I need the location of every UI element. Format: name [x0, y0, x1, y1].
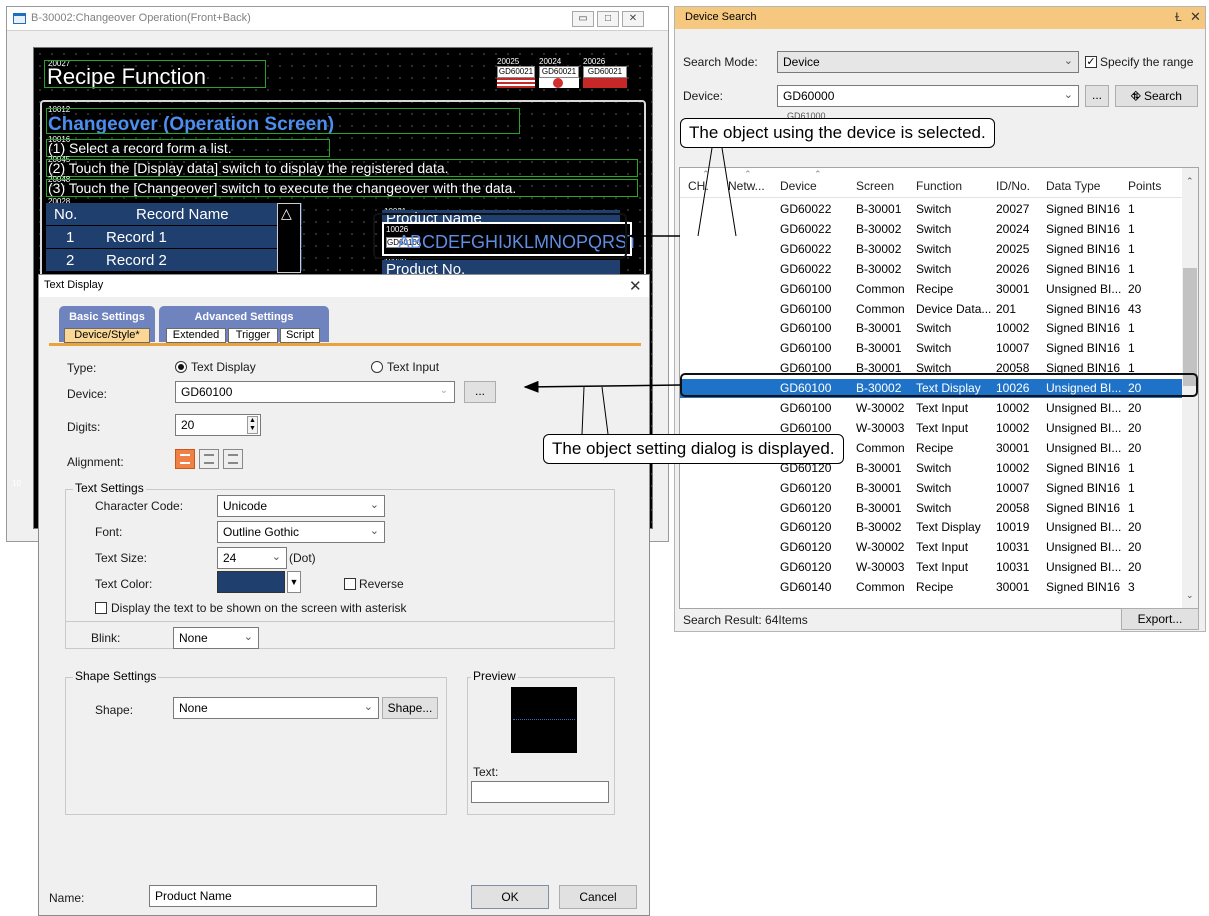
- arrow-to-dialog: [523, 380, 681, 393]
- callout-pointer-bottom: [581, 386, 609, 435]
- callout-pointer-top: [697, 147, 737, 237]
- annotation-arrows: [523, 147, 737, 435]
